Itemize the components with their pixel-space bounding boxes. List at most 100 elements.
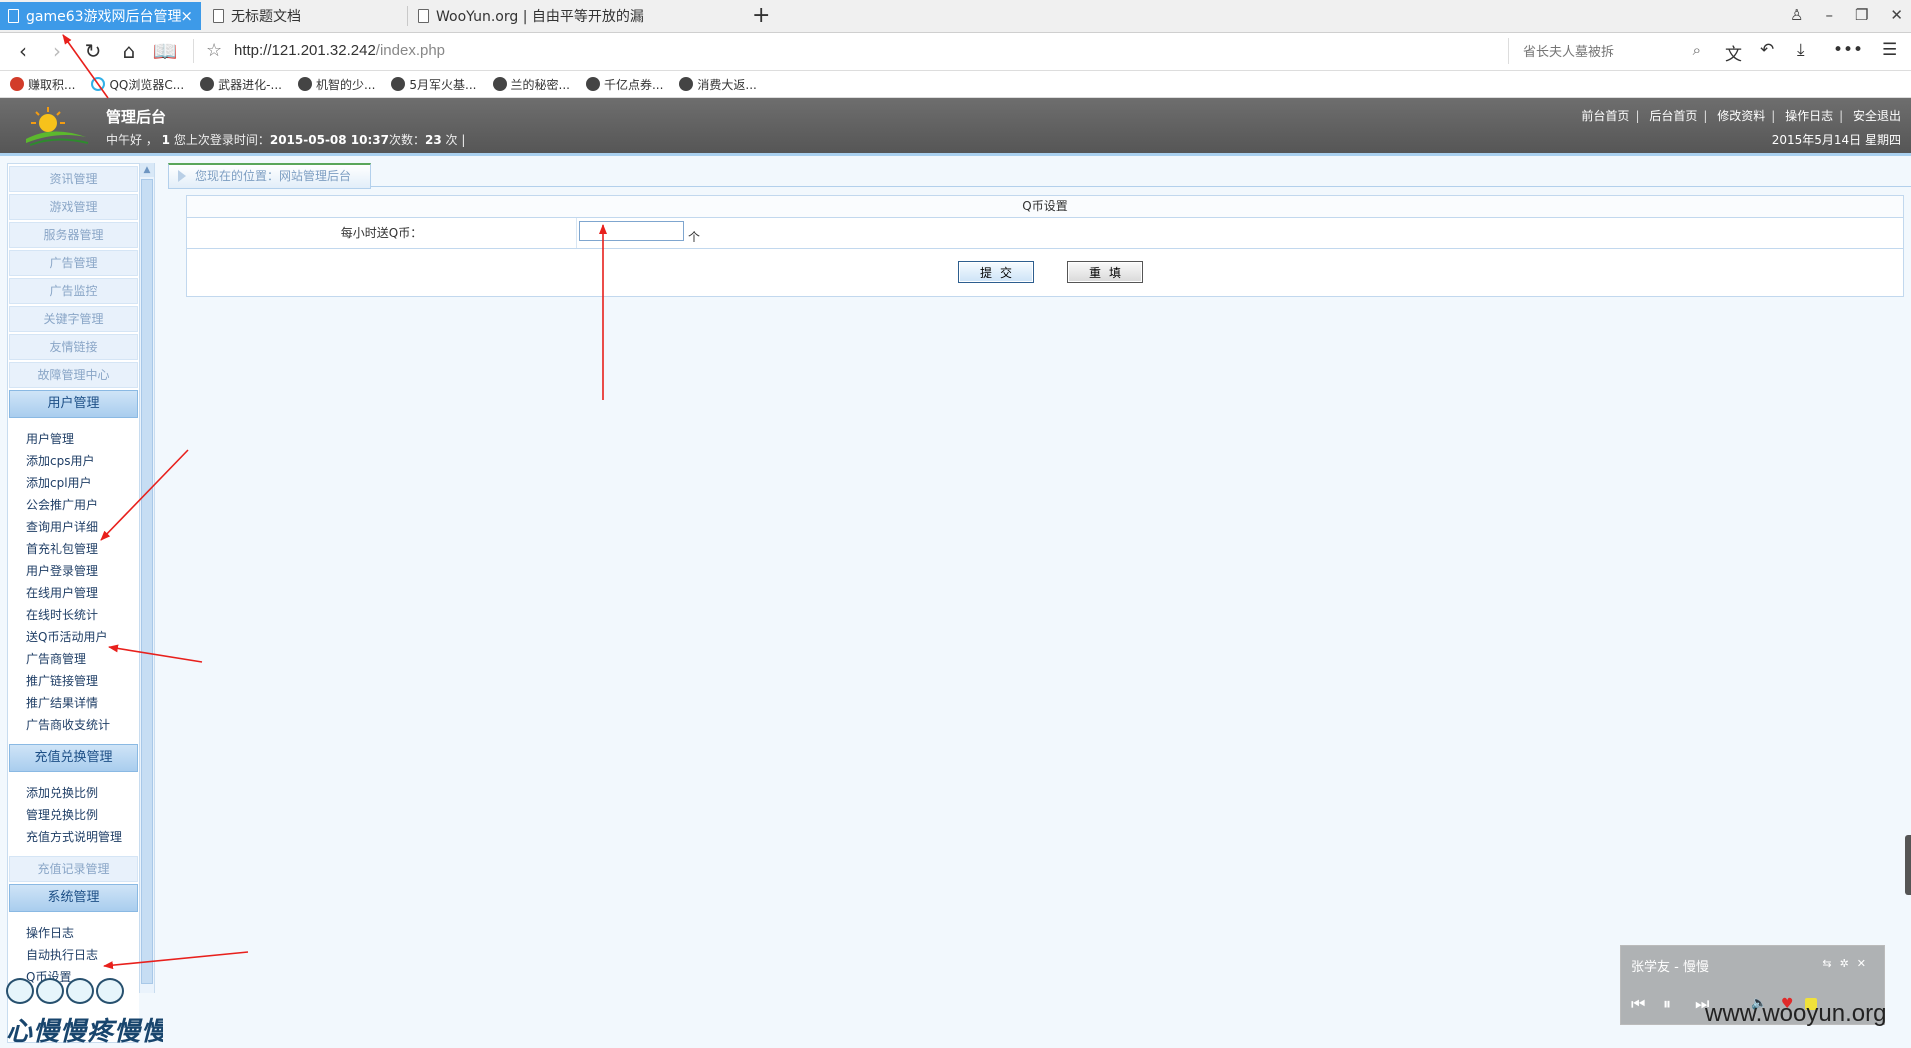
page-icon [418,9,429,23]
submit-button[interactable]: 提交 [958,261,1034,283]
download-icon[interactable]: ⤓ [1797,40,1805,60]
sidebar-item[interactable]: 充值方式说明管理 [26,826,139,848]
sidebar-item[interactable]: 在线用户管理 [26,582,139,604]
link-frontend-home[interactable]: 前台首页 [1581,109,1629,123]
close-window-icon[interactable]: ✕ [1890,6,1903,24]
sidebar-item[interactable]: 首充礼包管理 [26,538,139,560]
tab-untitled[interactable]: 无标题文档 [205,2,405,30]
undo-icon[interactable]: ↶ [1760,40,1774,60]
bookmark-item[interactable]: 千亿点券... [585,76,663,93]
url-path: /index.php [375,42,446,59]
back-icon[interactable]: ‹ [10,38,36,64]
sidebar-item[interactable]: 在线时长统计 [26,604,139,626]
settings-icon[interactable]: ✲ [1840,957,1857,970]
close-icon[interactable]: ✕ [1857,957,1874,970]
bookmark-item[interactable]: 消费大返... [679,76,757,93]
submenu-recharge: 添加兑换比例 管理兑换比例 充值方式说明管理 [8,774,139,854]
search-input[interactable] [1521,41,1685,63]
link-backend-home[interactable]: 后台首页 [1649,109,1697,123]
player-top-icons: ⇆✲✕ [1822,957,1874,970]
more-icon[interactable]: ••• [1833,40,1863,60]
search-box: ⌕ [1508,38,1709,64]
button-row: 提交 重填 [187,249,1903,297]
sidebar-item[interactable]: 查询用户详细 [26,516,139,538]
loop-icon[interactable]: ⇆ [1822,957,1839,970]
bookmark-item[interactable]: 赚取积... [10,76,75,93]
bookmark-item[interactable]: 机智的少... [297,76,375,93]
sidebar-item[interactable]: 公会推广用户 [26,494,139,516]
tab-title: 无标题文档 [231,9,301,25]
sidebar-item[interactable]: 管理兑换比例 [26,804,139,826]
scroll-up-icon[interactable]: ▲ [140,163,154,177]
menu-friend-links[interactable]: 友情链接 [9,334,138,360]
close-icon[interactable]: × [180,7,193,25]
page-icon [8,9,19,23]
link-logout[interactable]: 安全退出 [1853,109,1901,123]
menu-user-mgmt[interactable]: 用户管理 [9,390,138,418]
home-icon[interactable]: ⌂ [116,38,142,64]
bookmark-icon [391,77,406,91]
menu-icon[interactable]: ☰ [1882,40,1897,60]
menu-ad-monitor[interactable]: 广告监控 [9,278,138,304]
forward-icon[interactable]: › [44,38,70,64]
sidebar-item[interactable]: 推广结果详情 [26,692,139,714]
new-tab-button[interactable]: + [752,2,770,30]
tab-game63[interactable]: game63游戏网后台管理 × [0,2,201,30]
tab-divider [407,6,408,26]
reader-icon[interactable]: 📖 [152,38,178,64]
reload-icon[interactable]: ↻ [80,38,106,64]
sidebar-item[interactable]: 自动执行日志 [26,944,139,966]
bookmark-icon [297,77,312,91]
sidebar-item[interactable]: 用户登录管理 [26,560,139,582]
sidebar-item[interactable]: 添加cpl用户 [26,472,139,494]
site-watermark: www.wooyun.org [1705,1000,1887,1027]
menu-keywords[interactable]: 关键字管理 [9,306,138,332]
star-icon[interactable]: ☆ [206,38,222,64]
sidebar-scrollbar[interactable]: ▲ [139,163,155,993]
link-edit-profile[interactable]: 修改资料 [1717,109,1765,123]
qb-per-hour-input[interactable] [579,221,684,241]
sidebar-item[interactable]: 广告商收支统计 [26,714,139,736]
bookmark-item[interactable]: 兰的秘密... [492,76,570,93]
menu-system[interactable]: 系统管理 [9,884,138,912]
sidebar-item[interactable]: 推广链接管理 [26,670,139,692]
menu-recharge[interactable]: 充值兑换管理 [9,744,138,772]
tab-bar: game63游戏网后台管理 × 无标题文档 WooYun.org | 自由平等开… [0,0,1911,33]
menu-games[interactable]: 游戏管理 [9,194,138,220]
translate-icon[interactable]: 文 [1725,40,1742,65]
current-date: 2015年5月14日 星期四 [1771,133,1901,147]
menu-news[interactable]: 资讯管理 [9,166,138,192]
search-icon[interactable]: ⌕ [1693,41,1701,59]
sidebar-item[interactable]: 广告商管理 [26,648,139,670]
minimize-icon[interactable]: – [1825,6,1833,24]
decorative-circles [6,978,124,1004]
sidebar-item[interactable]: 送Q币活动用户 [26,626,139,648]
link-operation-log[interactable]: 操作日志 [1785,109,1833,123]
form-row: 每小时送Q币： 个 [187,218,1903,249]
sidebar-item[interactable]: 添加cps用户 [26,450,139,472]
reset-button[interactable]: 重填 [1067,261,1143,283]
bookmark-icon [91,77,106,91]
restore-icon[interactable]: ❐ [1855,6,1868,24]
sidebar-item[interactable]: 添加兑换比例 [26,782,139,804]
bookmark-item[interactable]: 武器进化-... [200,76,282,93]
sidebar-item[interactable]: 用户管理 [26,428,139,450]
menu-ads[interactable]: 广告管理 [9,250,138,276]
address-bar[interactable]: http://121.201.32.242/index.php [234,42,445,59]
user-icon[interactable]: ♙ [1790,6,1803,24]
side-handle[interactable] [1905,835,1911,895]
menu-servers[interactable]: 服务器管理 [9,222,138,248]
pause-icon[interactable]: ⏸ [1663,994,1671,1014]
menu-fault-center[interactable]: 故障管理中心 [9,362,138,388]
field-label: 每小时送Q币： [187,218,577,248]
main-content: 您现在的位置：网站管理后台 Q币设置 每小时送Q币： 个 提交 重填 [163,163,1911,1043]
sidebar-item[interactable]: 操作日志 [26,922,139,944]
menu-recharge-log[interactable]: 充值记录管理 [9,856,138,882]
scroll-thumb[interactable] [141,179,153,984]
bookmark-item[interactable]: QQ浏览器C... [91,76,184,93]
previous-icon[interactable]: ⏮ [1631,994,1645,1014]
window-controls: ♙ – ❐ ✕ [1790,6,1903,24]
bookmark-item[interactable]: 5月军火基... [391,76,477,93]
tab-wooyun[interactable]: WooYun.org | 自由平等开放的漏 [410,2,740,30]
top-links: 前台首页 | 后台首页 | 修改资料 | 操作日志 | 安全退出 [1581,109,1901,123]
